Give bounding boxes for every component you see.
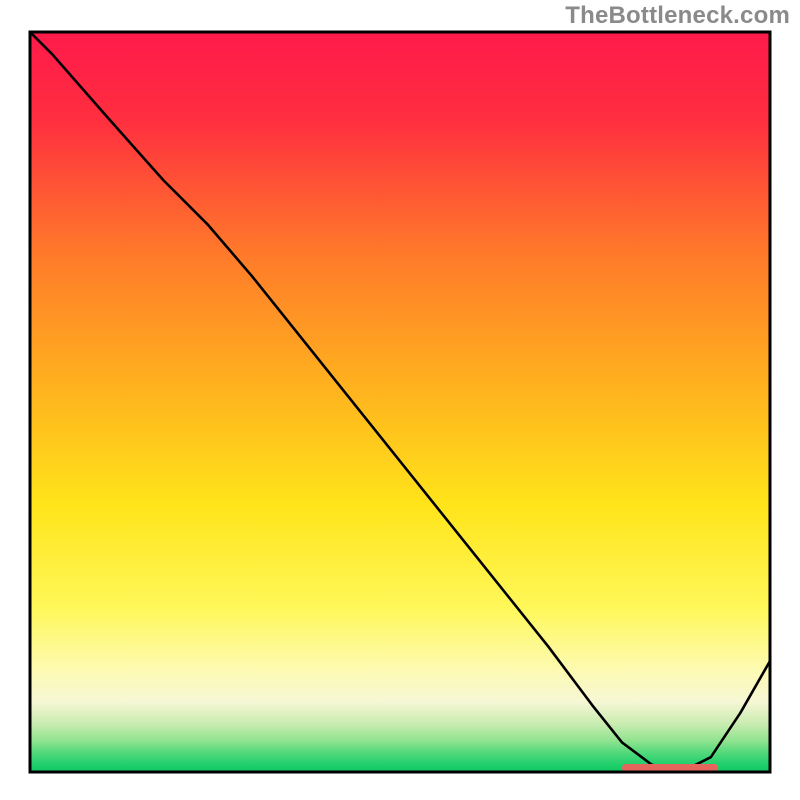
gradient-background	[30, 32, 770, 772]
chart-stage: TheBottleneck.com	[0, 0, 800, 800]
plot-area	[30, 32, 770, 772]
bottleneck-chart	[0, 0, 800, 800]
